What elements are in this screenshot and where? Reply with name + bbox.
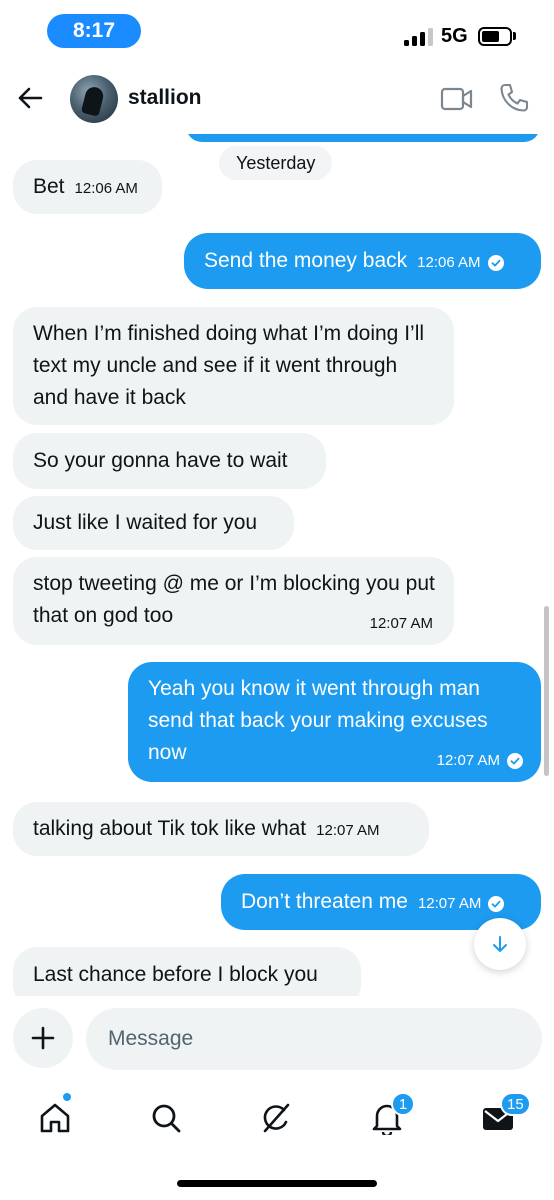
search-icon: [152, 1104, 181, 1133]
nav-search[interactable]: [144, 1096, 188, 1140]
phone-icon: [500, 83, 529, 112]
message-bubble-incoming[interactable]: Just like I waited for you: [13, 496, 294, 550]
cellular-signal-icon: [404, 28, 434, 46]
message-bubble-incoming[interactable]: talking about Tik tok like what 12:07 AM: [13, 802, 429, 856]
back-button[interactable]: [12, 80, 48, 116]
message-text: So your gonna have to wait: [33, 449, 288, 472]
read-receipt-icon: [487, 255, 504, 271]
status-bar: 8:17 5G: [0, 0, 554, 64]
message-bubble-incoming[interactable]: So your gonna have to wait: [13, 433, 326, 489]
battery-icon: [478, 27, 512, 46]
message-thread[interactable]: Yesterday Bet 12:06 AM Send the money ba…: [0, 134, 554, 996]
message-timestamp: 12:07 AM: [316, 822, 380, 839]
message-bubble-incoming[interactable]: stop tweeting @ me or I’m blocking you p…: [13, 557, 454, 645]
message-bubble-incoming[interactable]: Last chance before I block you: [13, 947, 361, 996]
message-text: Bet: [33, 175, 65, 198]
back-arrow-icon: [18, 87, 43, 109]
messages-badge: 15: [500, 1092, 531, 1116]
home-icon: [40, 1103, 70, 1133]
scrollbar-thumb[interactable]: [544, 606, 549, 776]
message-timestamp: 12:07 AM: [417, 895, 482, 912]
message-timestamp: 12:06 AM: [417, 254, 481, 271]
conversation-header: stallion: [0, 64, 554, 134]
arrow-down-icon: [493, 936, 507, 952]
notifications-badge: 1: [391, 1092, 415, 1116]
plus-icon: [31, 1026, 55, 1050]
bottom-navigation: 1 15: [0, 1082, 554, 1152]
date-divider: Yesterday: [219, 146, 333, 180]
message-timestamp: 12:06 AM: [74, 180, 138, 197]
add-attachment-button[interactable]: [13, 1008, 73, 1068]
message-text: Last chance before I block you: [33, 963, 318, 986]
video-camera-icon: [440, 87, 473, 111]
message-composer: [0, 996, 554, 1082]
message-timestamp: 12:07 AM: [369, 615, 433, 632]
message-bubble-outgoing[interactable]: Yeah you know it went through man send t…: [128, 662, 541, 782]
message-text: When I’m finished doing what I’m doing I…: [33, 322, 425, 409]
voice-call-button[interactable]: [498, 82, 530, 114]
message-bubble-incoming[interactable]: When I’m finished doing what I’m doing I…: [13, 307, 454, 425]
message-bubble-incoming[interactable]: Bet 12:06 AM: [13, 160, 162, 214]
message-timestamp: 12:07 AM: [436, 752, 500, 769]
message-text: talking about Tik tok like what: [33, 817, 307, 840]
status-time: 8:17: [47, 14, 141, 48]
message-input[interactable]: [86, 1008, 542, 1070]
video-call-button[interactable]: [440, 84, 474, 114]
message-text: Don’t threaten me: [241, 890, 408, 913]
home-notification-dot: [62, 1092, 72, 1102]
read-receipt-icon: [488, 896, 505, 912]
previous-outgoing-bubble[interactable]: [186, 134, 540, 142]
message-text: Send the money back: [204, 249, 408, 272]
contact-avatar[interactable]: [70, 75, 118, 123]
home-indicator: [177, 1180, 377, 1187]
scroll-to-bottom-button[interactable]: [474, 918, 526, 970]
network-type: 5G: [441, 25, 468, 47]
battery-tip: [513, 32, 516, 40]
nav-grok[interactable]: [254, 1096, 298, 1140]
read-receipt-icon: [507, 753, 523, 769]
message-bubble-outgoing[interactable]: Send the money back 12:06 AM: [184, 233, 541, 289]
grok-icon: [263, 1103, 290, 1133]
message-text: Just like I waited for you: [33, 511, 258, 534]
contact-name[interactable]: stallion: [128, 86, 202, 110]
nav-home[interactable]: [33, 1096, 77, 1140]
